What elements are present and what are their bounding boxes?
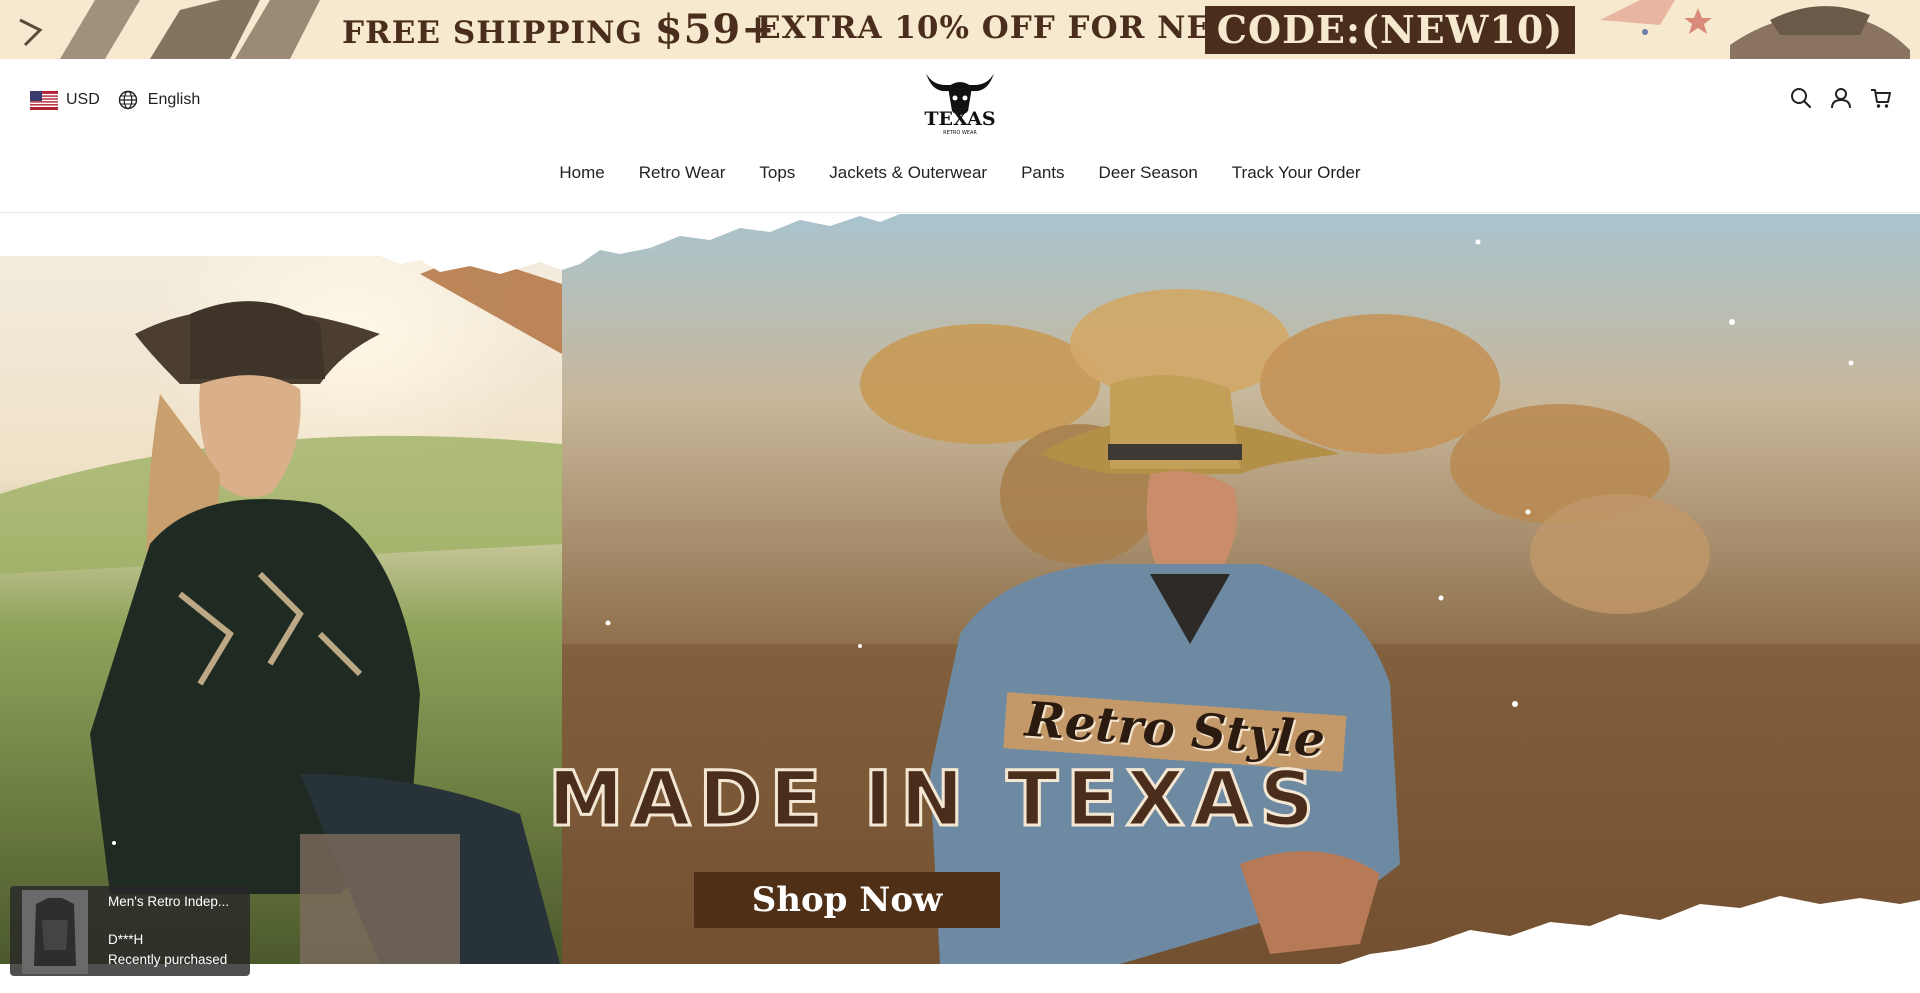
language-label: English [147,91,201,108]
us-flag-icon [30,90,58,110]
header-actions [1790,87,1892,109]
promo-code-badge: CODE:(NEW10) [1205,6,1575,54]
free-shipping-text: FREE SHIPPING $59+ [342,6,776,53]
shop-now-button[interactable]: Shop Now [694,872,1000,928]
account-icon[interactable] [1830,87,1852,109]
announcement-banner[interactable]: FREE SHIPPING $59+ EXTRA 10% OFF FOR NEW… [0,0,1920,59]
nav-item-tops[interactable]: Tops [759,163,795,183]
nav-item-deer-season[interactable]: Deer Season [1099,163,1198,183]
hero-headline: MADE IN TEXAS [546,753,1323,845]
product-thumbnail [22,890,88,974]
nav-item-home[interactable]: Home [559,163,604,183]
extra-discount-text: EXTRA 10% OFF FOR NEW [757,10,1247,46]
popup-status: Recently purchased [108,952,228,967]
locale-selector[interactable]: USD English [30,90,200,110]
hero-background-image [0,214,1920,964]
main-navigation: Home Retro Wear Tops Jackets & Outerwear… [0,163,1920,183]
nav-item-jackets-outerwear[interactable]: Jackets & Outerwear [829,163,987,183]
logo-text: TEXAS [924,108,995,130]
nav-item-retro-wear[interactable]: Retro Wear [639,163,726,183]
cactus-decoration [0,0,330,59]
search-icon[interactable] [1790,87,1812,109]
cowboy-hat-decoration [1580,0,1920,59]
language-selector[interactable]: English [118,90,200,110]
cart-icon[interactable] [1870,87,1892,109]
logo-subtext: RETRO WEAR [943,130,977,136]
recent-purchase-popup[interactable]: Men's Retro Indep... D***H Recently purc… [10,886,250,976]
currency-label[interactable]: USD [66,91,100,109]
nav-item-track-order[interactable]: Track Your Order [1232,163,1361,183]
site-header: USD English TEXAS RETRO WEAR Home Retro … [0,59,1920,213]
hero-banner[interactable]: Retro Style MADE IN TEXAS Shop Now [0,214,1920,964]
texas-logo[interactable]: TEXAS RETRO WEAR [918,67,1002,137]
popup-buyer: D***H [108,932,144,947]
nav-item-pants[interactable]: Pants [1021,163,1064,183]
globe-icon [118,90,137,110]
popup-product-name: Men's Retro Indep... [108,894,230,909]
